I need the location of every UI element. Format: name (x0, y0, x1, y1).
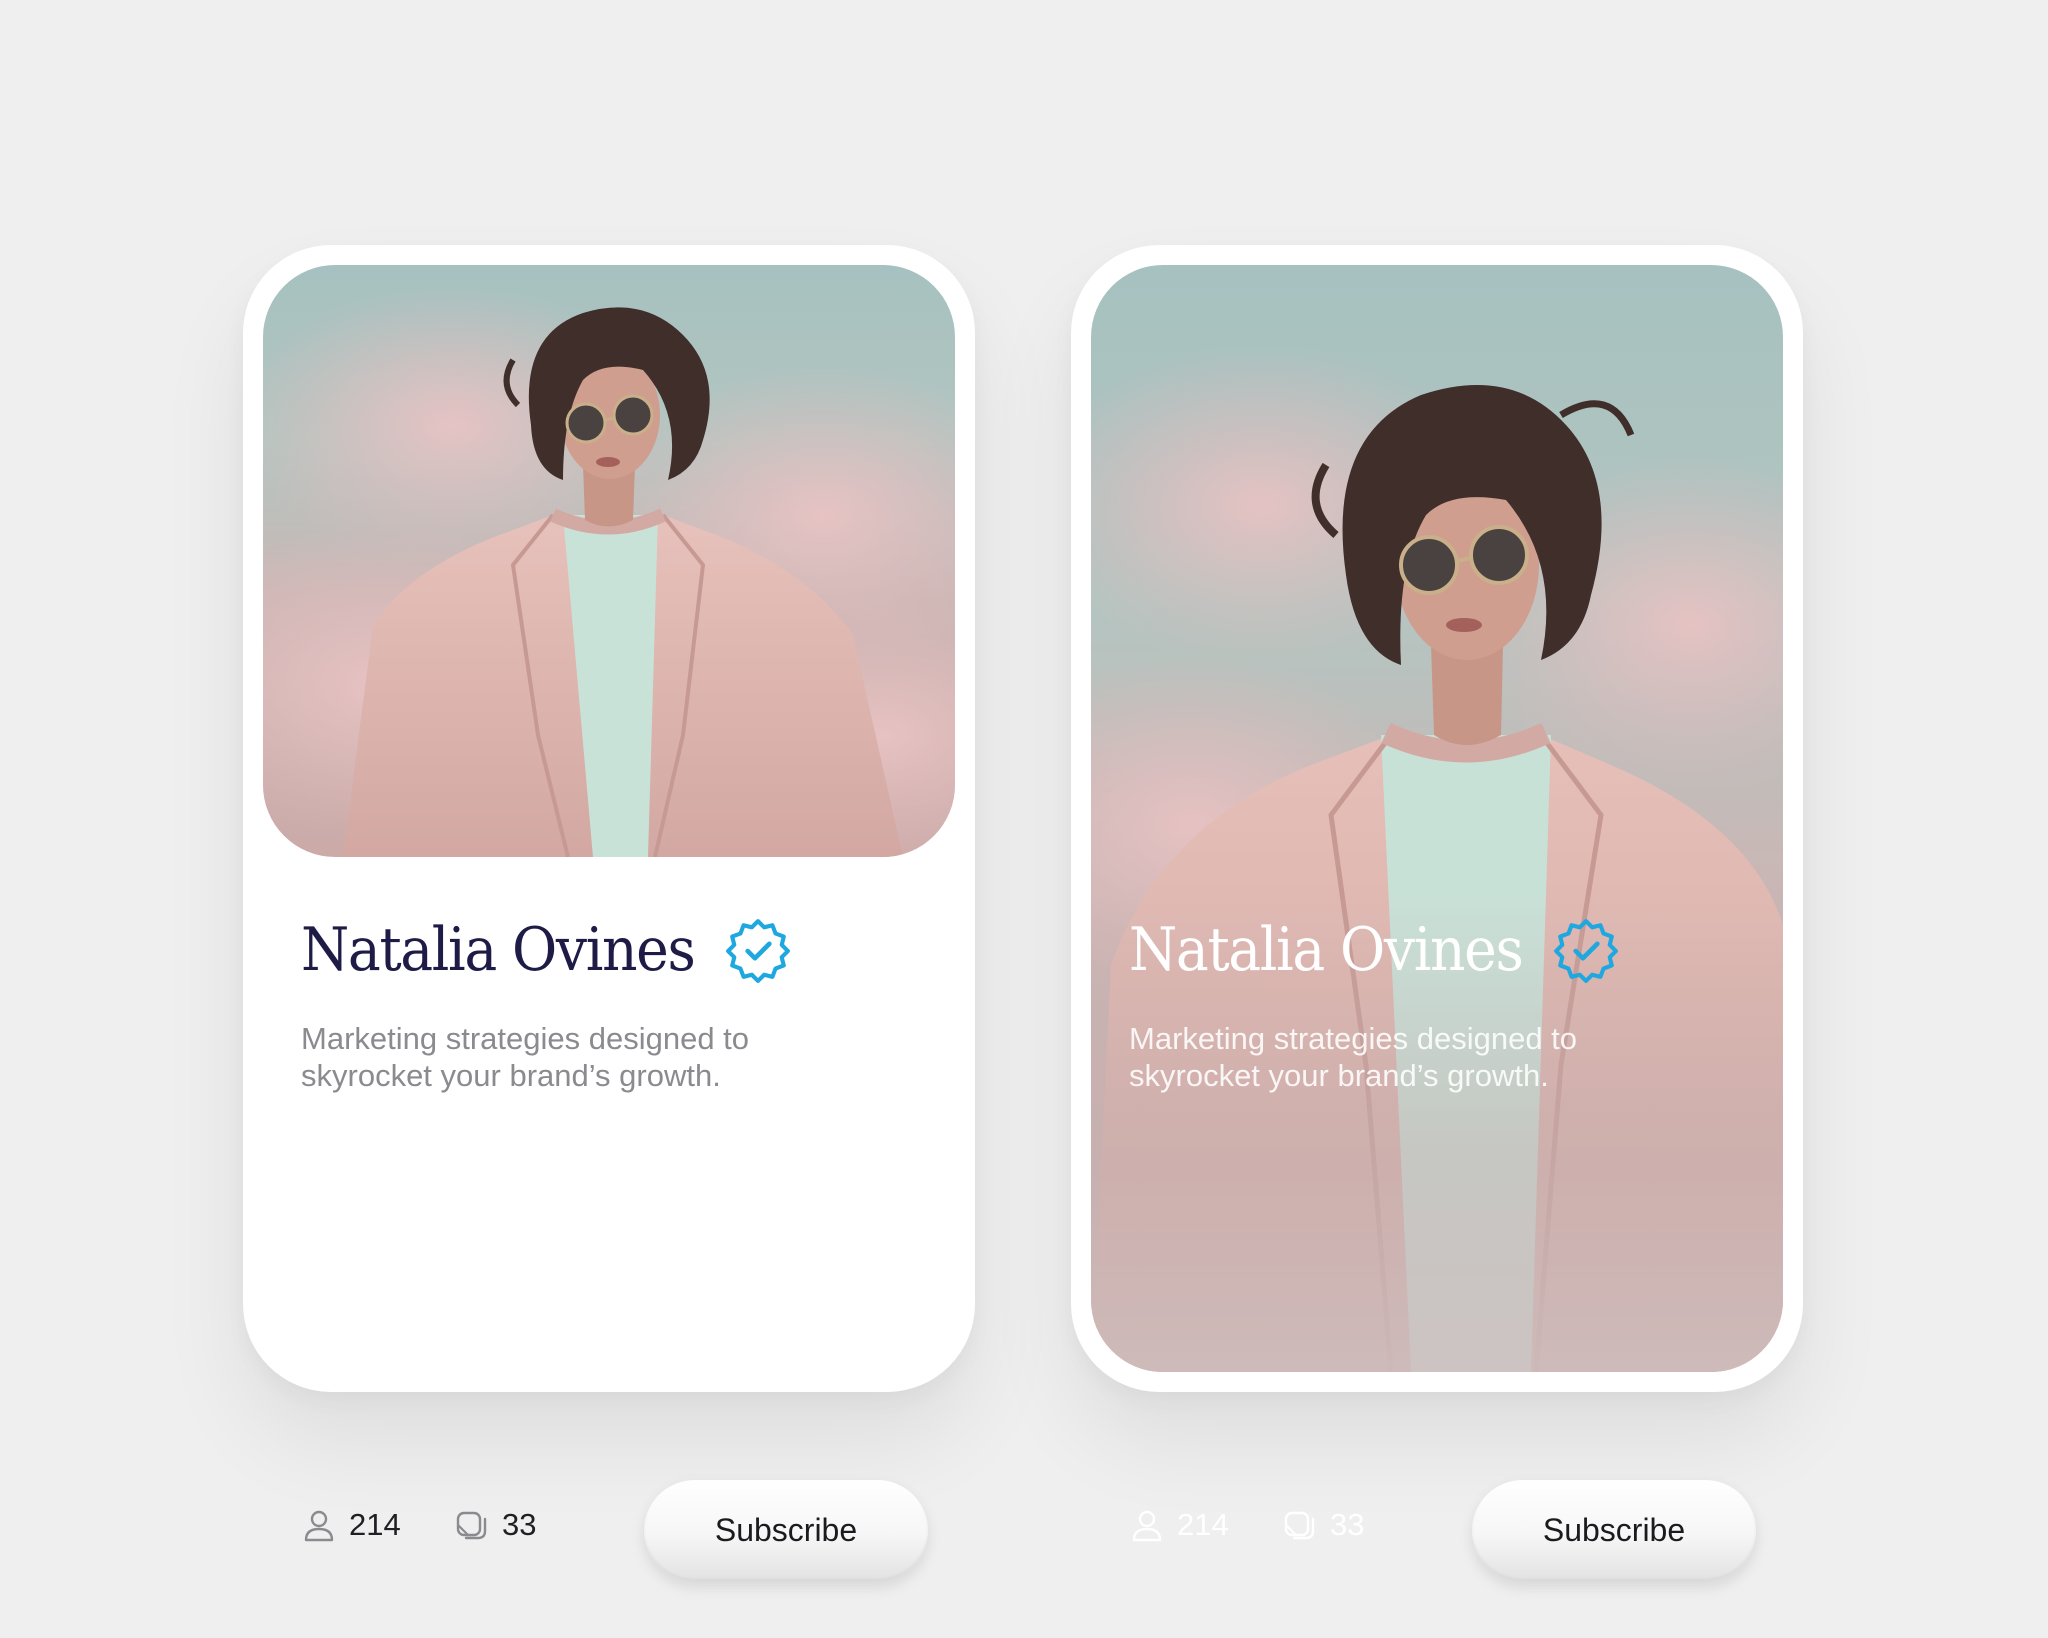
posts-stack-icon (454, 1507, 490, 1543)
posts-stat: 33 (1282, 1507, 1364, 1543)
name-row: Natalia Ovines (301, 915, 791, 985)
posts-count: 33 (1330, 1507, 1365, 1542)
followers-stat: 214 (1129, 1507, 1229, 1543)
profile-bio: Marketing strategies designed to skyrock… (1129, 1021, 1578, 1093)
portrait-illustration (263, 285, 955, 857)
profile-bio: Marketing strategies designed to skyrock… (301, 1021, 750, 1093)
posts-stat: 33 (454, 1507, 536, 1543)
profile-card-image: Natalia Ovines Marketing strategies desi… (1071, 245, 1803, 1581)
followers-count: 214 (1177, 1507, 1229, 1542)
verified-badge-icon (725, 917, 791, 983)
profile-name: Natalia Ovines (301, 915, 696, 985)
name-row: Natalia Ovines (1129, 915, 1619, 985)
user-icon (301, 1507, 337, 1543)
user-icon (1129, 1507, 1165, 1543)
canvas: Natalia Ovines Marketing strategies desi… (0, 0, 2048, 1638)
verified-badge-icon (1553, 917, 1619, 983)
profile-photo-full (1091, 265, 1783, 1372)
posts-stack-icon (1282, 1507, 1318, 1543)
followers-count: 214 (349, 1507, 401, 1542)
followers-stat: 214 (301, 1507, 401, 1543)
profile-card-light: Natalia Ovines Marketing strategies desi… (243, 245, 975, 1581)
posts-count: 33 (502, 1507, 537, 1542)
profile-photo (263, 265, 955, 857)
subscribe-button[interactable]: Subscribe (644, 1480, 928, 1581)
profile-name: Natalia Ovines (1129, 915, 1524, 985)
subscribe-button[interactable]: Subscribe (1472, 1480, 1756, 1581)
